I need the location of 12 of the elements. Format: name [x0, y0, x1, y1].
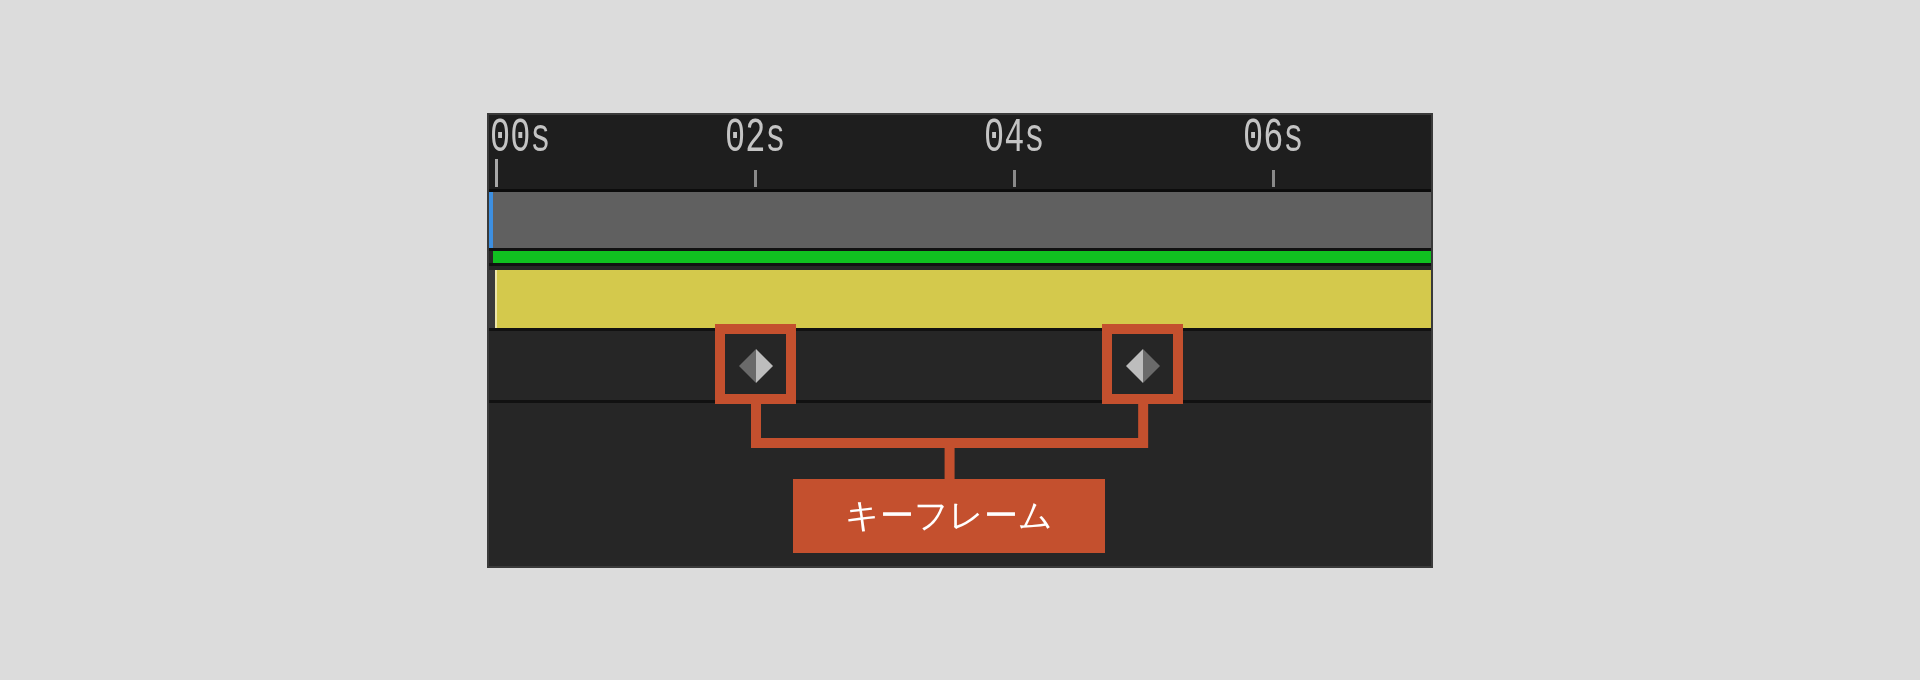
- keyframe-diamond-icon[interactable]: [1125, 348, 1160, 383]
- ruler-tick: [1013, 169, 1016, 187]
- time-label: 06s: [1243, 116, 1304, 159]
- time-label: 04s: [984, 116, 1045, 159]
- callout-label: キーフレーム: [793, 478, 1106, 553]
- time-label: 00s: [490, 116, 551, 159]
- ruler-tick: [495, 158, 498, 187]
- time-label: 02s: [725, 116, 786, 159]
- keyframe-diamond-icon[interactable]: [738, 348, 773, 383]
- ruler-tick: [754, 169, 757, 187]
- clip-bar[interactable]: [495, 269, 1431, 328]
- ruler-tick: [1272, 169, 1275, 187]
